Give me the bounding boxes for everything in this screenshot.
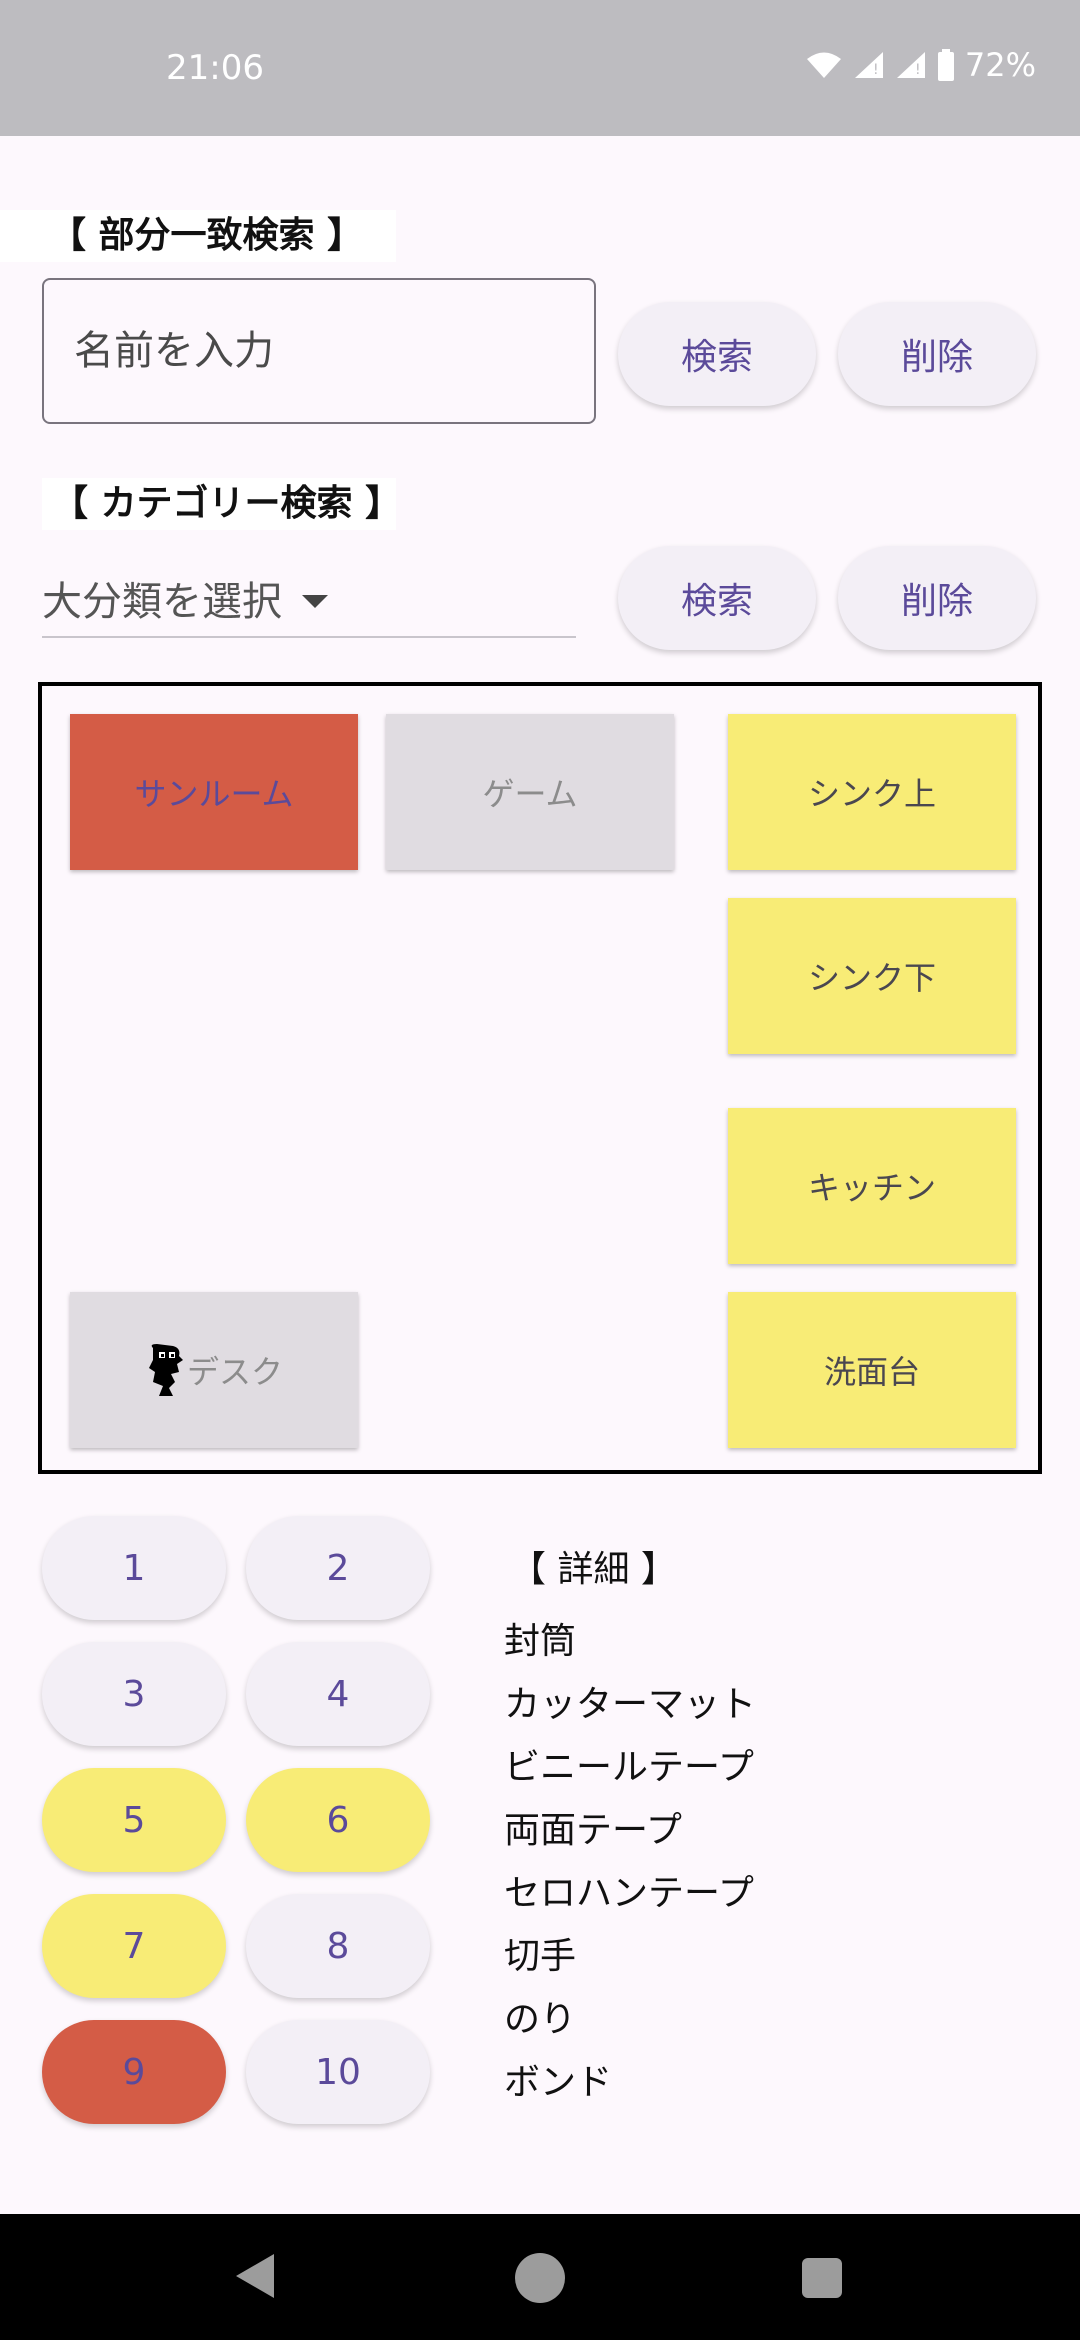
name-input[interactable] xyxy=(42,278,596,424)
battery-percent: 72% xyxy=(964,46,1036,84)
list-item: 両面テープ xyxy=(504,1810,682,1851)
back-icon[interactable] xyxy=(236,2254,274,2298)
list-item: のり xyxy=(504,1999,577,2040)
number-button-10[interactable]: 10 xyxy=(246,2020,430,2124)
category-dropdown[interactable]: 大分類を選択 xyxy=(42,560,576,638)
wifi-icon xyxy=(806,52,841,78)
dropdown-value: 大分類を選択 xyxy=(42,579,282,625)
number-button-5[interactable]: 5 xyxy=(42,1768,226,1872)
status-time: 21:06 xyxy=(166,48,264,88)
list-item: カッターマット xyxy=(504,1684,757,1725)
tile-sink-lower[interactable]: シンク下 xyxy=(728,898,1016,1054)
list-item: ボンド xyxy=(504,2062,613,2103)
signal-icon: ! xyxy=(896,52,925,78)
dropdown-arrow-icon xyxy=(302,594,328,608)
number-button-2[interactable]: 2 xyxy=(246,1516,430,1620)
number-button-4[interactable]: 4 xyxy=(246,1642,430,1746)
number-button-9[interactable]: 9 xyxy=(42,2020,226,2124)
number-button-8[interactable]: 8 xyxy=(246,1894,430,1998)
tile-sink-upper[interactable]: シンク上 xyxy=(728,714,1016,870)
list-item: セロハンテープ xyxy=(504,1873,754,1914)
category-search-button[interactable]: 検索 xyxy=(618,546,816,650)
category-delete-button[interactable]: 削除 xyxy=(838,546,1036,650)
home-icon[interactable] xyxy=(515,2253,565,2303)
battery-icon xyxy=(937,49,954,81)
number-button-3[interactable]: 3 xyxy=(42,1642,226,1746)
status-icons: ! ! 72% xyxy=(805,46,1036,84)
tile-kitchen[interactable]: キッチン xyxy=(728,1108,1016,1264)
partial-delete-button[interactable]: 削除 xyxy=(838,302,1036,406)
navigation-bar xyxy=(0,2214,1080,2340)
number-button-1[interactable]: 1 xyxy=(42,1516,226,1620)
details-title: 【 詳細 】 xyxy=(510,1549,677,1590)
list-item: 封筒 xyxy=(504,1621,577,1662)
tile-sunroom[interactable]: サンルーム xyxy=(70,714,358,870)
tile-game[interactable]: ゲーム xyxy=(386,714,674,870)
details-list: 封筒 カッターマット ビニールテープ 両面テープ セロハンテープ 切手 のり ボ… xyxy=(504,1610,756,2114)
tile-desk-label: デスク xyxy=(186,1353,283,1391)
number-button-6[interactable]: 6 xyxy=(246,1768,430,1872)
room-map: サンルーム ゲーム シンク上 シンク下 キッチン デスク 洗面台 xyxy=(38,682,1042,1474)
signal-icon: ! xyxy=(854,52,883,78)
svg-text:!: ! xyxy=(915,62,921,78)
status-bar: 21:06 ! ! 72% xyxy=(0,0,1080,136)
category-search-label: 【 カテゴリー検索 】 xyxy=(42,478,401,530)
tile-desk[interactable]: デスク xyxy=(70,1292,358,1448)
recent-apps-icon[interactable] xyxy=(802,2258,842,2298)
list-item: 切手 xyxy=(504,1936,577,1977)
list-item: ビニールテープ xyxy=(504,1747,754,1788)
number-button-7[interactable]: 7 xyxy=(42,1894,226,1998)
svg-text:!: ! xyxy=(873,62,879,78)
partial-search-button[interactable]: 検索 xyxy=(618,302,816,406)
partial-search-label: 【 部分一致検索 】 xyxy=(0,210,396,262)
character-icon xyxy=(148,1344,183,1396)
tile-washstand[interactable]: 洗面台 xyxy=(728,1292,1016,1448)
